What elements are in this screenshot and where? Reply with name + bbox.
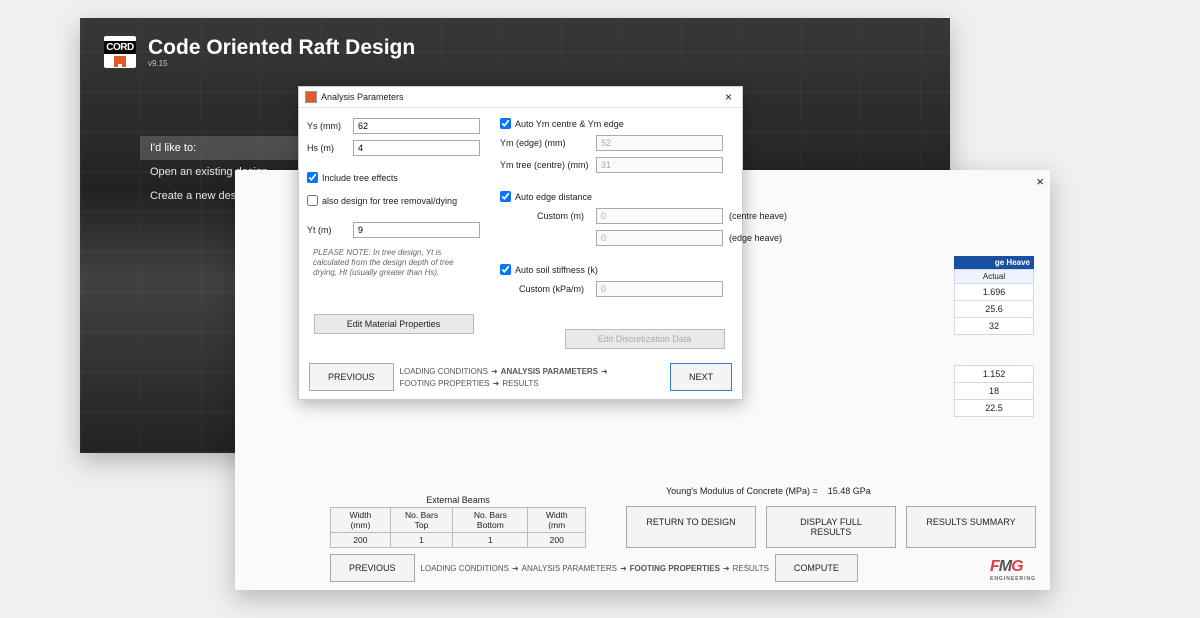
close-icon[interactable]: × [1036, 174, 1044, 189]
yt-label: Yt (m) [307, 225, 347, 235]
yt-input[interactable] [353, 222, 480, 238]
table-cell: 1 [390, 533, 453, 548]
ym-edge-label: Ym (edge) (mm) [500, 138, 590, 148]
ym-tree-input [596, 157, 723, 173]
table-cell: 200 [528, 533, 586, 548]
results-summary-button[interactable]: RESULTS SUMMARY [906, 506, 1036, 548]
previous-button[interactable]: PREVIOUS [330, 554, 415, 582]
app-logo: CORD [104, 36, 136, 68]
results-cell: 25.6 [954, 301, 1034, 318]
edit-material-button[interactable]: Edit Material Properties [314, 314, 474, 334]
wizard-nav: PREVIOUS LOADING CONDITIONS➜ ANALYSIS PA… [299, 355, 742, 399]
edit-discretization-button: Edit Discretization Data [565, 329, 725, 349]
breadcrumb: LOADING CONDITIONS➜ ANALYSIS PARAMETERS➜… [421, 564, 769, 573]
custom-kpa-label: Custom (kPa/m) [500, 284, 590, 294]
results-cell: 1.696 [954, 284, 1034, 301]
ys-label: Ys (mm) [307, 121, 347, 131]
also-design-checkbox[interactable]: also design for tree removal/dying [307, 195, 480, 206]
table-cell: 1 [453, 533, 528, 548]
hs-input[interactable] [353, 140, 480, 156]
results-cell: 22.5 [954, 400, 1034, 417]
next-button[interactable]: NEXT [670, 363, 732, 391]
hs-label: Hs (m) [307, 143, 347, 153]
wizard-nav: PREVIOUS LOADING CONDITIONS➜ ANALYSIS PA… [330, 554, 858, 582]
previous-button[interactable]: PREVIOUS [309, 363, 394, 391]
yt-note: PLEASE NOTE: In tree design, Yt is calcu… [307, 244, 480, 282]
table-title: External Beams [330, 493, 586, 507]
youngs-modulus-value: 15.48 GPa [828, 486, 871, 496]
auto-soil-checkbox[interactable]: Auto soil stiffness (k) [500, 264, 789, 275]
app-header: CORD Code Oriented Raft Design v9.15 [80, 18, 950, 76]
edge-heave-label: (edge heave) [729, 233, 789, 243]
col-header: No. Bars Top [390, 508, 453, 533]
analysis-parameters-dialog: Analysis Parameters × Ys (mm) Hs (m) Inc… [298, 86, 743, 400]
results-header: ge Heave [954, 256, 1034, 269]
youngs-modulus-label: Young's Modulus of Concrete (MPa) = [666, 486, 818, 496]
dialog-icon [305, 91, 317, 103]
dialog-title: Analysis Parameters [321, 92, 404, 102]
include-tree-checkbox[interactable]: Include tree effects [307, 172, 480, 183]
external-beams-table: External Beams Width (mm) No. Bars Top N… [330, 493, 586, 548]
display-full-results-button[interactable]: DISPLAY FULL RESULTS [766, 506, 896, 548]
return-to-design-button[interactable]: RETURN TO DESIGN [626, 506, 756, 548]
col-header: No. Bars Bottom [453, 508, 528, 533]
ym-tree-label: Ym tree (centre) (mm) [500, 160, 590, 170]
auto-edge-checkbox[interactable]: Auto edge distance [500, 191, 789, 202]
results-subheader: Actual [954, 269, 1034, 284]
centre-heave-label: (centre heave) [729, 211, 789, 221]
results-cell: 32 [954, 318, 1034, 335]
sidebar-header: I'd like to: [140, 136, 310, 160]
custom-centre-input [596, 208, 723, 224]
ys-input[interactable] [353, 118, 480, 134]
results-cell: 1.152 [954, 365, 1034, 383]
app-version: v9.15 [148, 59, 415, 68]
custom-kpa-input [596, 281, 723, 297]
breadcrumb: LOADING CONDITIONS➜ ANALYSIS PARAMETERS➜… [400, 367, 664, 388]
custom-edge-input [596, 230, 723, 246]
compute-button[interactable]: COMPUTE [775, 554, 858, 582]
fmg-logo: FMG ENGINEERING [990, 558, 1036, 582]
custom-m-label: Custom (m) [500, 211, 590, 221]
close-icon[interactable]: × [721, 90, 736, 104]
results-cell: 18 [954, 383, 1034, 400]
results-sidebar: ge Heave Actual 1.696 25.6 32 1.152 18 2… [954, 256, 1034, 417]
table-cell: 200 [331, 533, 391, 548]
auto-ym-checkbox[interactable]: Auto Ym centre & Ym edge [500, 118, 789, 129]
col-header: Width (mm) [331, 508, 391, 533]
ym-edge-input [596, 135, 723, 151]
col-header: Width (mm [528, 508, 586, 533]
app-title: Code Oriented Raft Design [148, 36, 415, 59]
